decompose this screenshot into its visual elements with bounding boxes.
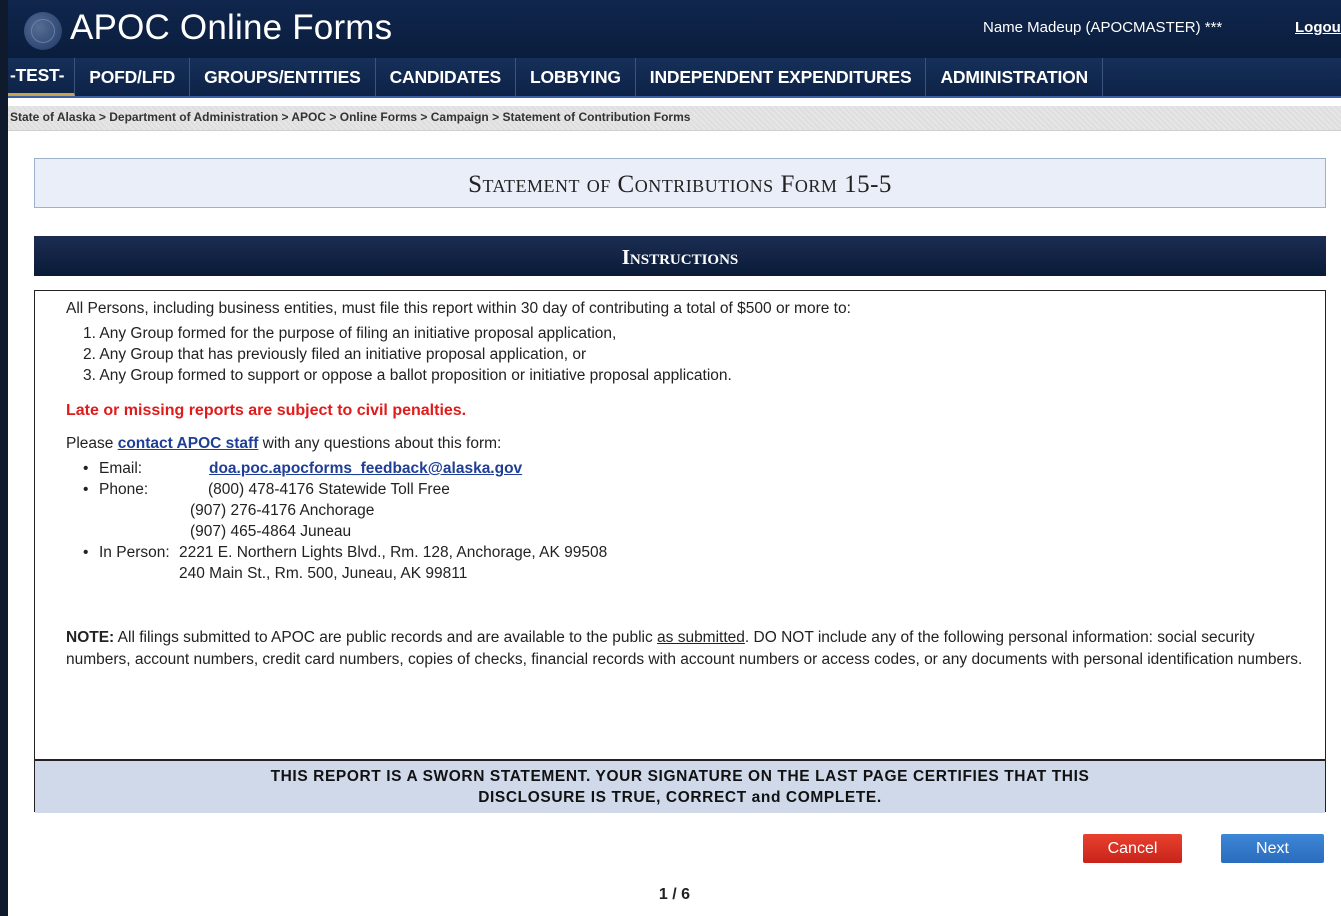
nav-item-administration[interactable]: ADMINISTRATION	[926, 58, 1103, 96]
nav-item-test[interactable]: -TEST-	[8, 58, 76, 96]
address-anchorage: 2221 E. Northern Lights Blvd., Rm. 128, …	[179, 544, 608, 561]
page-title: Statement of Contributions Form 15-5	[468, 171, 892, 198]
state-seal-logo	[24, 12, 62, 50]
phone-label: Phone:	[99, 481, 149, 498]
sworn-line: THIS REPORT IS A SWORN STATEMENT. YOUR S…	[270, 768, 1090, 785]
public-records-note: NOTE: All filings submitted to APOC are …	[66, 627, 1306, 671]
list-item: 1. Any Group formed for the purpose of f…	[83, 325, 617, 342]
sworn-line: DISCLOSURE IS TRUE, CORRECT and COMPLETE…	[478, 789, 882, 806]
site-header: APOC Online Forms Name Madeup (APOCMASTE…	[8, 0, 1341, 58]
form-title-box: Statement of Contributions Form 15-5	[34, 158, 1326, 208]
penalty-warning: Late or missing reports are subject to c…	[66, 402, 467, 419]
cancel-button[interactable]: Cancel	[1083, 834, 1182, 863]
list-item: 3. Any Group formed to support or oppose…	[83, 367, 732, 384]
app-title: APOC Online Forms	[70, 8, 393, 47]
sworn-statement-banner: THIS REPORT IS A SWORN STATEMENT. YOUR S…	[35, 759, 1325, 813]
note-text: All filings submitted to APOC are public…	[114, 629, 658, 646]
page-indicator: 1 / 6	[658, 886, 691, 903]
page: APOC Online Forms Name Madeup (APOCMASTE…	[8, 0, 1341, 916]
instructions-panel: All Persons, including business entities…	[34, 290, 1326, 813]
nav-item-independent-expenditures[interactable]: INDEPENDENT EXPENDITURES	[636, 58, 927, 96]
phone-juneau: (907) 465-4864 Juneau	[190, 523, 352, 540]
main-nav: -TEST- POFD/LFD GROUPS/ENTITIES CANDIDAT…	[8, 58, 1341, 98]
instructions-header: Instructions	[34, 236, 1326, 276]
nav-item-candidates[interactable]: CANDIDATES	[376, 58, 517, 96]
bullet: •	[83, 460, 89, 477]
nav-item-pofd-lfd[interactable]: POFD/LFD	[75, 58, 191, 96]
breadcrumb-text: State of Alaska > Department of Administ…	[10, 110, 691, 124]
instructions-heading: Instructions	[621, 245, 739, 269]
contact-line: Please contact APOC staff with any quest…	[66, 435, 501, 453]
window-edge	[0, 0, 8, 916]
group-list: 1. Any Group formed for the purpose of f…	[83, 323, 732, 386]
contact-suffix: with any questions about this form:	[258, 435, 502, 452]
email-label: Email:	[99, 460, 143, 477]
nav-item-groups-entities[interactable]: GROUPS/ENTITIES	[190, 58, 376, 96]
breadcrumb: State of Alaska > Department of Administ…	[8, 106, 1341, 131]
phone-anchorage: (907) 276-4176 Anchorage	[190, 502, 375, 519]
user-name: Name Madeup (APOCMASTER) ***	[983, 19, 1223, 36]
in-person-label: In Person:	[99, 544, 170, 561]
list-item: 2. Any Group that has previously filed a…	[83, 346, 587, 363]
next-button[interactable]: Next	[1221, 834, 1324, 863]
address-juneau: 240 Main St., Rm. 500, Juneau, AK 99811	[179, 565, 468, 582]
phone-tollfree: (800) 478-4176 Statewide Toll Free	[208, 481, 450, 498]
contact-prefix: Please	[66, 435, 118, 452]
bullet: •	[83, 544, 89, 561]
nav-item-lobbying[interactable]: LOBBYING	[516, 58, 636, 96]
bullet: •	[83, 481, 89, 498]
logout-link[interactable]: Logou	[1295, 19, 1341, 36]
note-label: NOTE:	[66, 629, 115, 646]
intro-text: All Persons, including business entities…	[66, 300, 851, 317]
note-as-submitted: as submitted	[657, 629, 745, 646]
email-link[interactable]: doa.poc.apocforms_feedback@alaska.gov	[209, 458, 522, 479]
contact-staff-link[interactable]: contact APOC staff	[118, 435, 259, 452]
